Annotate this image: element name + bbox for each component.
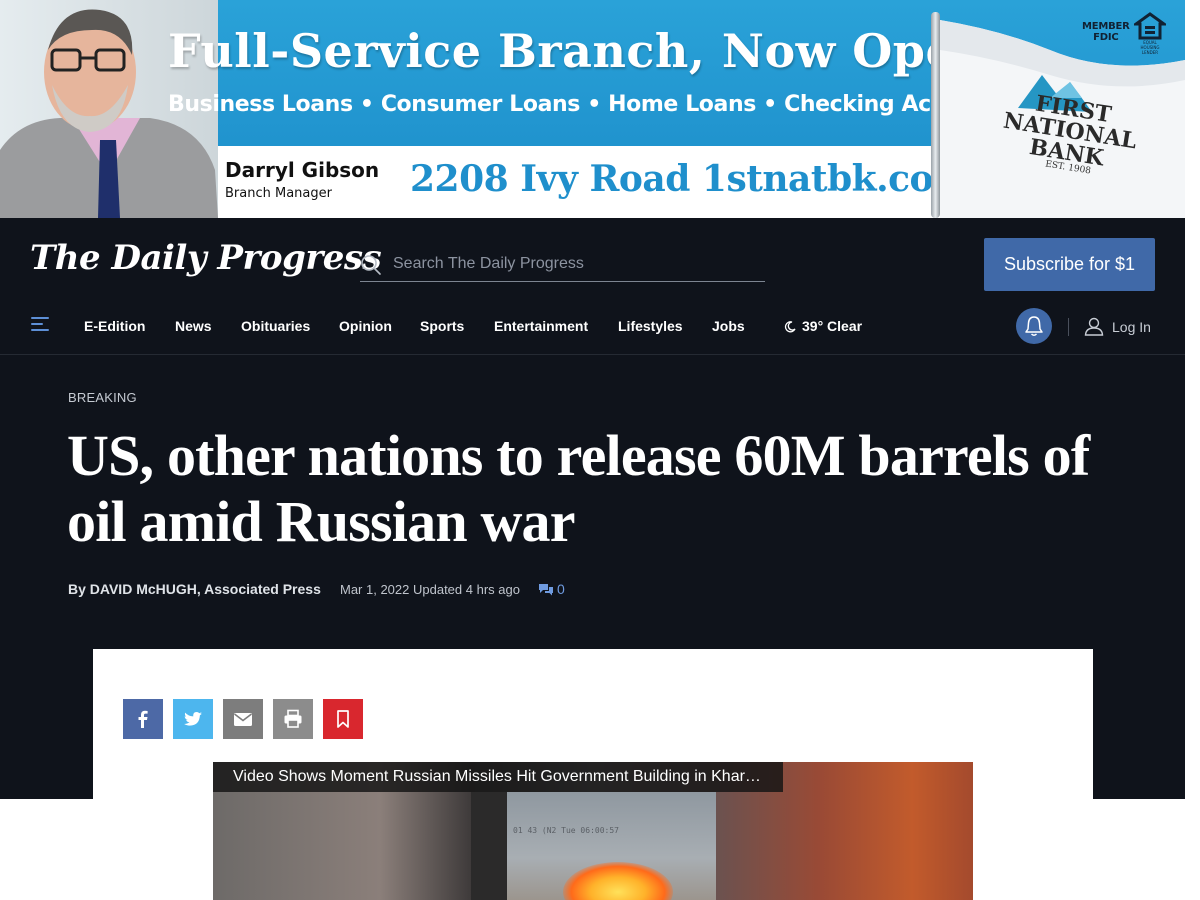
ad-manager-title: Branch Manager	[225, 186, 332, 201]
subscribe-button[interactable]: Subscribe for $1	[984, 238, 1155, 291]
site-logo[interactable]: The Daily Progress	[30, 238, 382, 278]
hamburger-menu-icon[interactable]	[31, 316, 49, 332]
article-dateline: Mar 1, 2022 Updated 4 hrs ago	[340, 582, 520, 597]
equal-housing-icon	[1134, 12, 1166, 40]
nav-item-entertainment[interactable]: Entertainment	[494, 316, 588, 336]
search-input[interactable]	[393, 251, 758, 277]
fdic-label: MEMBER FDIC	[1082, 21, 1130, 43]
nav-item-obituaries[interactable]: Obituaries	[241, 316, 310, 336]
page: Full-Service Branch, Now Open Business L…	[0, 0, 1200, 900]
nav-item-lifestyles[interactable]: Lifestyles	[618, 316, 683, 336]
facebook-icon	[138, 710, 148, 728]
article-byline[interactable]: By DAVID McHUGH, Associated Press	[68, 581, 321, 597]
notifications-button[interactable]	[1016, 308, 1052, 344]
weather-text: 39° Clear	[802, 318, 863, 334]
ad-headline: Full-Service Branch, Now Open	[168, 24, 990, 78]
bookmark-button[interactable]	[323, 699, 363, 739]
comments-icon	[539, 584, 553, 596]
share-email-button[interactable]	[223, 699, 263, 739]
site-header: The Daily Progress Subscribe for $1 E-Ed…	[0, 218, 1185, 355]
login-label: Log In	[1112, 319, 1151, 335]
comment-count: 0	[557, 581, 565, 597]
comments-link[interactable]: 0	[538, 581, 565, 597]
nav-item-news[interactable]: News	[175, 316, 212, 336]
flag-pole	[931, 12, 940, 218]
print-icon	[284, 709, 302, 728]
share-twitter-button[interactable]	[173, 699, 213, 739]
search-bar	[360, 248, 765, 282]
nav-item-jobs[interactable]: Jobs	[712, 316, 745, 336]
email-icon	[234, 713, 252, 726]
main-nav: E-Edition News Obituaries Opinion Sports…	[0, 304, 1185, 354]
nav-divider	[1068, 318, 1069, 336]
article-body: 01 43 (N2 Tue 06:00:57 Video Shows Momen…	[93, 649, 1093, 900]
bell-icon	[1025, 316, 1043, 336]
article-title: US, other nations to release 60M barrels…	[67, 423, 1090, 554]
nav-item-sports[interactable]: Sports	[420, 316, 464, 336]
equal-housing-label: EQUAL HOUSING LENDER	[1140, 40, 1160, 55]
nav-item-opinion[interactable]: Opinion	[339, 316, 392, 336]
ad-manager-name: Darryl Gibson	[225, 158, 380, 182]
login-link[interactable]: Log In	[1084, 316, 1151, 336]
ad-services: Business Loans • Consumer Loans • Home L…	[168, 92, 1012, 117]
article-kicker[interactable]: BREAKING	[68, 390, 137, 405]
video-frame-edge	[471, 792, 507, 900]
ad-address-url: 2208 Ivy Road 1stnatbk.com	[410, 158, 971, 200]
twitter-icon	[184, 712, 202, 726]
print-button[interactable]	[273, 699, 313, 739]
bookmark-icon	[337, 710, 349, 728]
nav-item-e-edition[interactable]: E-Edition	[84, 316, 145, 336]
video-overlay-timestamp: 01 43 (N2 Tue 06:00:57	[513, 826, 619, 835]
share-facebook-button[interactable]	[123, 699, 163, 739]
user-icon	[1084, 317, 1104, 336]
search-icon[interactable]	[360, 254, 382, 276]
video-title[interactable]: Video Shows Moment Russian Missiles Hit …	[213, 762, 783, 792]
video-player[interactable]: 01 43 (N2 Tue 06:00:57 Video Shows Momen…	[213, 762, 973, 900]
ad-banner[interactable]: Full-Service Branch, Now Open Business L…	[0, 0, 1185, 218]
weather-widget[interactable]: 39° Clear	[784, 316, 862, 336]
moon-icon	[784, 321, 796, 333]
